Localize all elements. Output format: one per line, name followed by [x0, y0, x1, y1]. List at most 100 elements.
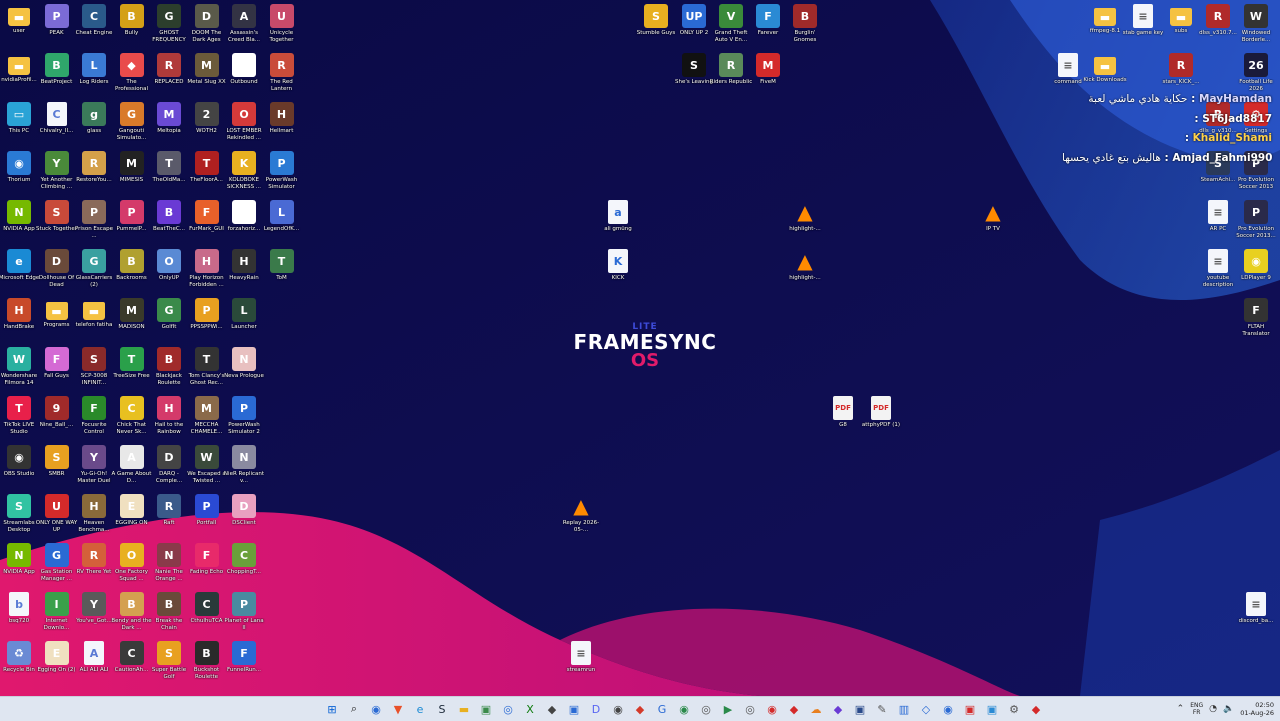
- desktop-shortcut[interactable]: S Stumble Guys: [637, 4, 675, 52]
- desktop-shortcut[interactable]: ▬ ffmpeg-8.1: [1086, 4, 1124, 52]
- desktop-shortcut[interactable]: S Stuck Together: [36, 200, 77, 248]
- desktop-shortcut[interactable]: F FurMark_GUI: [188, 200, 226, 248]
- desktop-shortcut[interactable]: H Heaven Benchma...: [75, 494, 113, 542]
- desktop-shortcut[interactable]: F FunnelRun...: [225, 641, 263, 689]
- desktop-shortcut[interactable]: K KICK: [599, 249, 637, 297]
- desktop-shortcut[interactable]: P Pro Evolution Soccer 2013...: [1236, 200, 1276, 248]
- app-icon[interactable]: ◉: [762, 699, 782, 719]
- desktop-shortcut[interactable]: B Bendy and the Dark ...: [111, 592, 152, 640]
- chrome-icon[interactable]: ◉: [674, 699, 694, 719]
- start-icon[interactable]: ⊞: [322, 699, 342, 719]
- desktop-shortcut[interactable]: O OnlyUP: [150, 249, 188, 297]
- desktop-shortcut[interactable]: D Dollhouse Of Dead: [38, 249, 76, 297]
- desktop-shortcut[interactable]: F Fall Guys: [38, 347, 76, 395]
- desktop-shortcut[interactable]: ▬ nvidiaProfil...: [0, 53, 38, 101]
- desktop-shortcut[interactable]: N Neva Prologue: [224, 347, 264, 395]
- desktop-shortcut[interactable]: L Log Riders: [75, 53, 113, 101]
- desktop-shortcut[interactable]: W Wondershare Filmora 14: [0, 347, 38, 395]
- desktop-shortcut[interactable]: ▲ Replay 2026-05-...: [562, 494, 600, 542]
- desktop-shortcut[interactable]: S She's Leaving: [675, 53, 713, 101]
- desktop-shortcut[interactable]: B Bully: [113, 4, 151, 52]
- desktop-shortcut[interactable]: G GlassCarriers (2): [75, 249, 113, 297]
- desktop-shortcut[interactable]: B Break the Chain: [150, 592, 188, 640]
- desktop-shortcut[interactable]: b bsq720: [0, 592, 38, 640]
- desktop-shortcut[interactable]: C CthulhuTCA: [188, 592, 226, 640]
- desktop-shortcut[interactable]: C Cheat Engine: [75, 4, 113, 52]
- wifi-icon[interactable]: ◔: [1209, 704, 1217, 714]
- desktop-shortcut[interactable]: P PPSSPPWi...: [188, 298, 226, 346]
- desktop-shortcut[interactable]: P PummelP...: [113, 200, 151, 248]
- app-icon[interactable]: ▣: [476, 699, 496, 719]
- desktop-shortcut[interactable]: T TheFloorA...: [188, 151, 226, 199]
- desktop-shortcut[interactable]: D DOOM The Dark Ages: [188, 4, 226, 52]
- desktop-shortcut[interactable]: G Gangouti Simulato...: [113, 102, 151, 150]
- desktop-shortcut[interactable]: K KOLOBOKE SICKNESS ...: [225, 151, 263, 199]
- desktop-shortcut[interactable]: F Farever: [749, 4, 787, 52]
- desktop-shortcut[interactable]: M Metal Slug XX: [187, 53, 226, 101]
- desktop-shortcut[interactable]: ≡ youtube description: [1199, 249, 1237, 297]
- desktop-shortcut[interactable]: C Chick That Never Sk...: [113, 396, 151, 444]
- desktop-shortcut[interactable]: N NVIDIA App: [0, 200, 38, 248]
- desktop-shortcut[interactable]: N Nanie The Orange ...: [150, 543, 188, 591]
- desktop-shortcut[interactable]: ≡ discord_ba...: [1237, 592, 1275, 640]
- desktop-shortcut[interactable]: ♻ Recycle Bin: [0, 641, 38, 689]
- desktop-shortcut[interactable]: ▲ IP TV: [974, 200, 1012, 248]
- app-icon[interactable]: ▣: [982, 699, 1002, 719]
- desktop-shortcut[interactable]: ◉ LDPlayer 9: [1237, 249, 1275, 297]
- desktop-shortcut[interactable]: O One Factory Squad ...: [113, 543, 151, 591]
- desktop-shortcut[interactable]: D DARQ - Comple...: [150, 445, 188, 493]
- desktop-shortcut[interactable]: O LOST EMBER Rekindled ...: [225, 102, 263, 150]
- app-icon[interactable]: ▣: [564, 699, 584, 719]
- desktop-shortcut[interactable]: S Streamlabs Desktop: [0, 494, 38, 542]
- desktop-shortcut[interactable]: ≡ stab game key: [1123, 4, 1163, 52]
- desktop-shortcut[interactable]: 2 WOTH2: [188, 102, 226, 150]
- desktop-shortcut[interactable]: C Chivalry_II...: [38, 102, 76, 150]
- desktop-shortcut[interactable]: T Tom Clancy's Ghost Rec...: [188, 347, 226, 395]
- desktop-shortcut[interactable]: A ALI ALI ALI: [75, 641, 113, 689]
- app-icon[interactable]: ⚙: [1004, 699, 1024, 719]
- language-indicator[interactable]: ENG FR: [1190, 702, 1203, 716]
- desktop-shortcut[interactable]: B BeatProject: [38, 53, 76, 101]
- desktop-shortcut[interactable]: AA Game About D...: [112, 445, 151, 493]
- desktop-shortcut[interactable]: S SCP-3008 INFINIT...: [75, 347, 113, 395]
- desktop-shortcut[interactable]: E Egging On (2): [37, 641, 76, 689]
- app-icon[interactable]: ▣: [850, 699, 870, 719]
- app-icon[interactable]: ◆: [1026, 699, 1046, 719]
- desktop-shortcut[interactable]: N NVIDIA App: [0, 543, 38, 591]
- chevron-up-icon[interactable]: ⌃: [1177, 704, 1185, 714]
- desktop-shortcut[interactable]: ▬ subs: [1162, 4, 1200, 52]
- discord-icon[interactable]: D: [586, 699, 606, 719]
- desktop-shortcut[interactable]: C ChoppingT...: [225, 543, 263, 591]
- desktop-shortcut[interactable]: F Focusrite Control: [75, 396, 113, 444]
- desktop-shortcut[interactable]: N NieR Replicant v...: [224, 445, 264, 493]
- app-icon[interactable]: ☁: [806, 699, 826, 719]
- desktop-shortcut[interactable]: ≡ streamrun: [562, 641, 600, 689]
- desktop-shortcut[interactable]: Y Yet Another Climbing ...: [38, 151, 76, 199]
- app-icon[interactable]: ◆: [542, 699, 562, 719]
- desktop-shortcut[interactable]: L Launcher: [225, 298, 263, 346]
- desktop-shortcut[interactable]: V Grand Theft Auto V En...: [712, 4, 750, 52]
- desktop-shortcut[interactable]: UP ONLY UP 2: [675, 4, 713, 52]
- explorer-icon[interactable]: ▬: [454, 699, 474, 719]
- volume-icon[interactable]: 🔈: [1223, 704, 1234, 714]
- desktop-shortcut[interactable]: ▬ user: [0, 4, 38, 52]
- desktop-shortcut[interactable]: P Planet of Lana II: [224, 592, 264, 640]
- desktop-shortcut[interactable]: ▭ This PC: [0, 102, 38, 150]
- desktop-shortcut[interactable]: ▲ highlight-...: [786, 200, 824, 248]
- desktop-shortcut[interactable]: M MECCHA CHAMELE...: [188, 396, 226, 444]
- desktop-shortcut[interactable]: M MIMESIS: [113, 151, 151, 199]
- desktop-shortcut[interactable]: P PEAK: [38, 4, 76, 52]
- desktop-shortcut[interactable]: S Super Battle Golf: [150, 641, 188, 689]
- desktop-shortcut[interactable]: P Portfall: [188, 494, 226, 542]
- desktop-shortcut[interactable]: H Hellmart: [263, 102, 301, 150]
- desktop-shortcut[interactable]: U Unicycle Together: [263, 4, 301, 52]
- desktop-shortcut[interactable]: C CautionAh...: [113, 641, 151, 689]
- desktop-shortcut[interactable]: ◉ OBS Studio: [0, 445, 38, 493]
- app-icon[interactable]: ◎: [740, 699, 760, 719]
- desktop-shortcut[interactable]: D DSClient: [225, 494, 263, 542]
- desktop-shortcut[interactable]: T TheOldMa...: [150, 151, 188, 199]
- desktop-shortcut[interactable]: M FiveM: [749, 53, 787, 101]
- app-icon[interactable]: ▶: [718, 699, 738, 719]
- desktop-shortcut[interactable]: 9 Nine_Ball_...: [38, 396, 76, 444]
- clock[interactable]: 02:50 01-Aug-26: [1240, 701, 1274, 717]
